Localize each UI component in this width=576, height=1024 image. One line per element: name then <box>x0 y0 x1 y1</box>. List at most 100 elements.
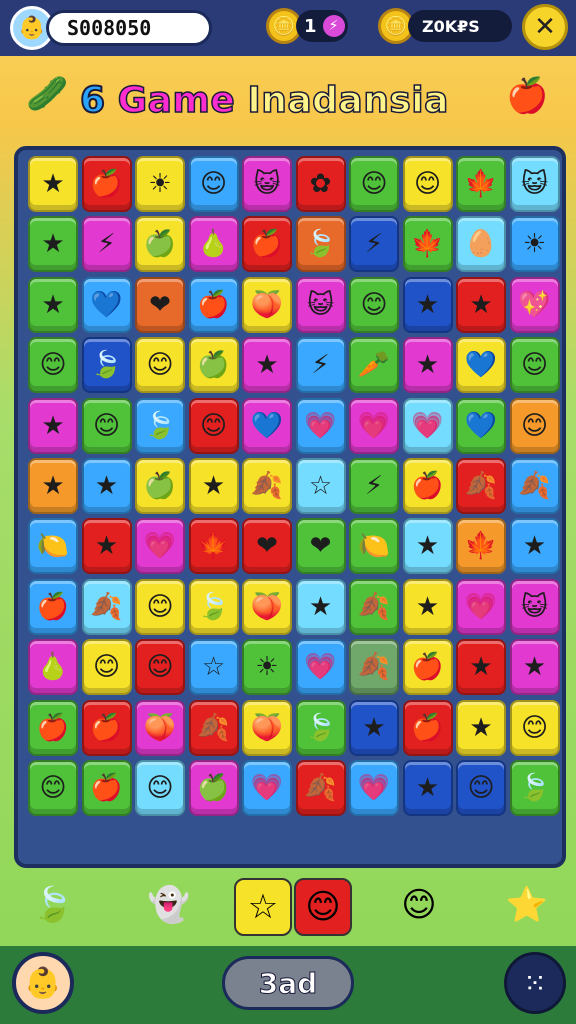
tile[interactable]: ★ <box>28 156 78 212</box>
tile[interactable]: ★ <box>402 518 453 575</box>
tile[interactable]: ☀ <box>509 216 560 273</box>
tile[interactable]: ⚡ <box>295 337 346 394</box>
tile[interactable]: 🍎 <box>188 276 239 333</box>
tray-slot-2[interactable]: 👻 <box>142 878 196 932</box>
tile[interactable]: 🍂 <box>349 578 399 635</box>
tile[interactable]: 😊 <box>81 397 132 454</box>
tile[interactable]: ★ <box>349 699 399 756</box>
tile[interactable]: ★ <box>509 639 560 696</box>
tile[interactable]: ★ <box>28 457 78 514</box>
tile[interactable]: 💗 <box>456 578 506 635</box>
center-action-button[interactable]: 3ad <box>222 956 354 1010</box>
tile[interactable]: 😊 <box>349 156 399 212</box>
tile[interactable]: ★ <box>402 276 453 333</box>
tile[interactable]: ★ <box>456 699 506 756</box>
tile[interactable]: ★ <box>188 457 239 514</box>
tile[interactable]: 🍃 <box>135 397 185 454</box>
tile[interactable]: 🍎 <box>402 699 453 756</box>
tile[interactable]: 😊 <box>28 759 78 816</box>
tile[interactable]: 💙 <box>456 397 506 454</box>
tile[interactable]: ★ <box>402 759 453 816</box>
tray-slot-3[interactable]: ☆ <box>234 878 292 936</box>
profile-button[interactable]: 👶 <box>12 952 74 1014</box>
tile[interactable]: 💗 <box>242 759 292 816</box>
tile[interactable]: 😊 <box>188 156 239 212</box>
tile[interactable]: 😺 <box>509 578 560 635</box>
tile[interactable]: ⚡ <box>81 216 132 273</box>
tile[interactable]: ☀ <box>242 639 292 696</box>
tile[interactable]: 🍑 <box>242 276 292 333</box>
tile[interactable]: 🍂 <box>81 578 132 635</box>
tile[interactable]: ★ <box>456 276 506 333</box>
tile[interactable]: 😊 <box>509 699 560 756</box>
tile[interactable]: 😊 <box>402 156 453 212</box>
tile[interactable]: 🍎 <box>28 578 78 635</box>
tile[interactable]: 😊 <box>188 397 239 454</box>
tile[interactable]: 🍎 <box>81 156 132 212</box>
tile[interactable]: 🍃 <box>509 759 560 816</box>
tray-slot-4[interactable]: 😊 <box>294 878 352 936</box>
tile[interactable]: 💗 <box>295 397 346 454</box>
tile[interactable]: ☀ <box>135 156 185 212</box>
tile[interactable]: 😺 <box>295 276 346 333</box>
tile[interactable]: 🍎 <box>242 216 292 273</box>
tile[interactable]: 😊 <box>509 337 560 394</box>
tile[interactable]: 🍎 <box>81 699 132 756</box>
tile[interactable]: 🍃 <box>188 578 239 635</box>
tile[interactable]: 😊 <box>135 639 185 696</box>
tile[interactable]: 😊 <box>135 337 185 394</box>
tile[interactable]: 🍑 <box>135 699 185 756</box>
tile[interactable]: 🍎 <box>402 457 453 514</box>
tile[interactable]: 🥚 <box>456 216 506 273</box>
tile[interactable]: 🍁 <box>456 156 506 212</box>
tile[interactable]: 🍎 <box>402 639 453 696</box>
tile[interactable]: 🍏 <box>135 216 185 273</box>
tile[interactable]: 💗 <box>402 397 453 454</box>
tile[interactable]: ★ <box>28 216 78 273</box>
tile[interactable]: 🍃 <box>295 699 346 756</box>
tile[interactable]: 😊 <box>28 337 78 394</box>
tile[interactable]: 🍂 <box>456 457 506 514</box>
tile[interactable]: 🍋 <box>349 518 399 575</box>
menu-button[interactable]: ⁙ <box>504 952 566 1014</box>
tile[interactable]: 🍂 <box>242 457 292 514</box>
tile[interactable]: ★ <box>242 337 292 394</box>
tile[interactable]: 🍁 <box>188 518 239 575</box>
tile[interactable]: ★ <box>402 578 453 635</box>
tile[interactable]: 🍂 <box>188 699 239 756</box>
tile[interactable]: 🍁 <box>402 216 453 273</box>
tile[interactable]: 😊 <box>456 759 506 816</box>
tray-slot-5[interactable]: 😊 <box>392 878 446 932</box>
tile[interactable]: 🍃 <box>295 216 346 273</box>
tile[interactable]: ★ <box>28 276 78 333</box>
tile[interactable]: 😺 <box>509 156 560 212</box>
tile[interactable]: 💗 <box>295 639 346 696</box>
tile[interactable]: ⚡ <box>349 216 399 273</box>
tile[interactable]: ✿ <box>295 156 346 212</box>
tile[interactable]: 🍏 <box>135 457 185 514</box>
tile[interactable]: 🍋 <box>28 518 78 575</box>
tile[interactable]: ★ <box>456 639 506 696</box>
tile[interactable]: ★ <box>28 397 78 454</box>
tile[interactable]: 🍑 <box>242 578 292 635</box>
coins-counter[interactable]: 1 ⚡ <box>296 10 348 42</box>
tile[interactable]: 🍎 <box>28 699 78 756</box>
tile[interactable]: 🍏 <box>188 759 239 816</box>
tile[interactable]: 🥕 <box>349 337 399 394</box>
tile[interactable]: 🍁 <box>456 518 506 575</box>
tile[interactable]: 🍑 <box>242 699 292 756</box>
tile[interactable]: ❤ <box>242 518 292 575</box>
gems-counter[interactable]: Z0K₽S <box>408 10 512 42</box>
tile[interactable]: 😊 <box>509 397 560 454</box>
tile[interactable]: ☆ <box>295 457 346 514</box>
tile[interactable]: ☆ <box>188 639 239 696</box>
tile[interactable]: 😊 <box>349 276 399 333</box>
tray-slot-6[interactable]: ⭐ <box>500 878 554 932</box>
tile[interactable]: 😊 <box>135 578 185 635</box>
tile[interactable]: 😊 <box>81 639 132 696</box>
tile[interactable]: 💙 <box>456 337 506 394</box>
tile[interactable]: ⚡ <box>349 457 399 514</box>
tile[interactable]: ★ <box>295 578 346 635</box>
tile[interactable]: 🍂 <box>349 639 399 696</box>
tile[interactable]: ★ <box>509 518 560 575</box>
